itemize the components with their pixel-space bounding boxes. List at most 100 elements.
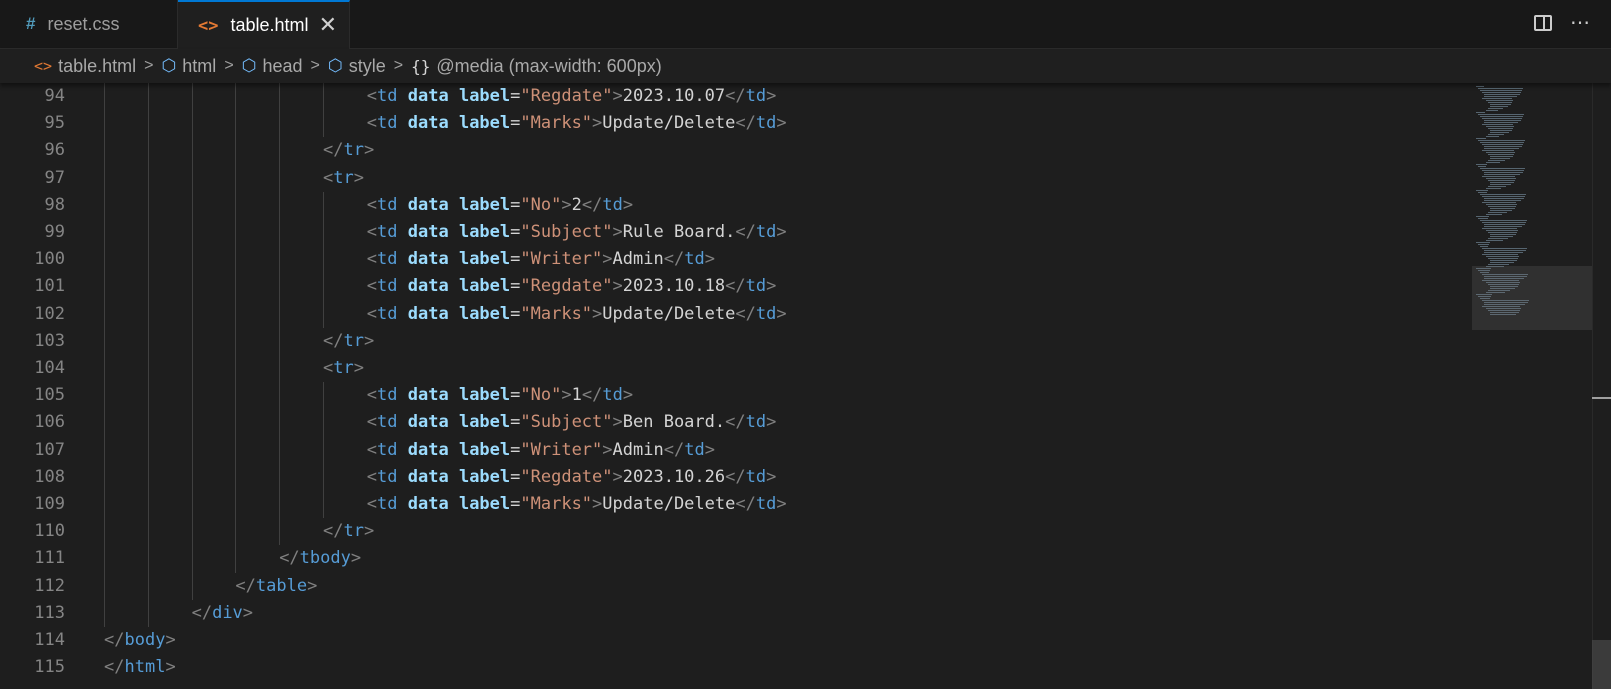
code-token: > (612, 412, 623, 433)
code-token: td (602, 194, 623, 215)
indent-guide (104, 463, 105, 491)
indent-guide (279, 436, 281, 464)
tab-reset-css[interactable]: # reset.css (6, 0, 178, 48)
minimap-viewport[interactable] (1472, 266, 1592, 330)
code-line[interactable]: 101 <td data label="Regdate">2023.10.18</… (0, 273, 1470, 301)
code-token: td (377, 276, 398, 297)
code-line[interactable]: 104 <tr> (0, 355, 1470, 383)
code-brackets-icon: <> (198, 15, 219, 36)
code-line[interactable]: 94 <td data label="Regdate">2023.10.07</t… (0, 83, 1470, 111)
line-number: 108 (34, 466, 65, 487)
code-line[interactable]: 109 <td data label="Marks">Update/Delete<… (0, 491, 1470, 519)
code-token: "Marks" (520, 113, 593, 134)
indent-guide (104, 110, 105, 138)
indent-guide (235, 83, 237, 111)
code-token: "Marks" (520, 303, 593, 324)
minimap-line (1490, 130, 1512, 131)
minimap-line (1484, 200, 1521, 201)
indent-guide (104, 409, 105, 437)
code-token: tr (333, 358, 354, 378)
indent-guide (235, 246, 237, 274)
code-token: > (592, 494, 603, 514)
code-token: > (363, 140, 375, 161)
code-token: data (397, 303, 449, 324)
indent-guide (191, 355, 193, 383)
code-line[interactable]: 95 <td data label="Marks">Update/Delete</… (0, 110, 1470, 138)
code-token: 2023.10.26 (622, 466, 726, 487)
code-token: td (377, 86, 398, 106)
code-token: = (510, 303, 521, 324)
code-token: body (124, 630, 166, 650)
breadcrumb-item-head[interactable]: ⬡ head (242, 56, 303, 77)
code-line[interactable]: 103 </tr> (0, 327, 1470, 355)
code-line[interactable]: 99 <td data label="Subject">Rule Board.</… (0, 219, 1470, 247)
more-actions-icon[interactable]: ⋯ (1570, 13, 1591, 33)
minimap-line (1484, 250, 1526, 251)
tab-label: table.html (230, 15, 309, 35)
line-number: 109 (34, 494, 65, 514)
code-line[interactable]: 105 <td data label="No">1</td> (0, 382, 1470, 410)
cube-icon: ⬡ (161, 56, 177, 75)
indent-guide (191, 436, 193, 464)
minimap-line (1490, 184, 1511, 185)
minimap-line (1484, 148, 1519, 149)
code-line[interactable]: 108 <td data label="Regdate">2023.10.26</… (0, 463, 1470, 491)
minimap-line (1490, 210, 1512, 211)
indent-guide (104, 83, 105, 111)
code-line[interactable]: 115 </html> (0, 654, 1470, 681)
minimap-line (1490, 158, 1510, 159)
minimap-line (1482, 222, 1526, 223)
vertical-scrollbar[interactable] (1592, 83, 1611, 689)
indent-guide (147, 164, 149, 192)
indent-guide (235, 545, 237, 573)
code-line[interactable]: 114 </body> (0, 627, 1470, 654)
code-token: label (448, 113, 511, 134)
code-line[interactable]: 113 </div> (0, 599, 1470, 627)
code-line[interactable]: 100 <td data label="Writer">Admin</td> (0, 246, 1470, 274)
code-token: td (755, 494, 777, 514)
breadcrumb-item-html[interactable]: ⬡ html (161, 56, 216, 77)
code-token: td (377, 439, 398, 460)
code-token: html (124, 657, 166, 678)
indent-guide (147, 463, 149, 491)
indent-guide (191, 219, 193, 247)
tab-table-html[interactable]: <> table.html ✕ (178, 0, 350, 49)
breadcrumb-item-file[interactable]: <> table.html (34, 56, 136, 77)
breadcrumb-item-media[interactable]: {} @media (max-width: 600px) (411, 56, 662, 77)
minimap-line (1476, 190, 1488, 191)
indent-guide (104, 300, 105, 328)
code-editor[interactable]: 94 <td data label="Regdate">2023.10.07</t… (0, 83, 1611, 689)
minimap-line (1482, 124, 1513, 125)
code-token: </ (104, 630, 125, 650)
code-line[interactable]: 112 </table> (0, 572, 1470, 600)
code-token: </ (735, 494, 756, 514)
code-line[interactable]: 106 <td data label="Subject">Ben Board.</… (0, 409, 1470, 437)
indent-guide (279, 110, 281, 138)
code-token: </ (735, 303, 756, 324)
line-number: 115 (34, 657, 65, 678)
code-token: td (684, 249, 705, 270)
indent-guide (104, 599, 105, 627)
code-token: </ (323, 521, 344, 542)
code-token: = (510, 412, 521, 433)
code-line[interactable]: 107 <td data label="Writer">Admin</td> (0, 436, 1470, 464)
scrollbar-thumb[interactable] (1592, 640, 1611, 689)
code-line[interactable]: 110 </tr> (0, 518, 1470, 546)
line-number: 112 (34, 575, 65, 596)
minimap-line (1478, 218, 1488, 219)
code-line[interactable]: 102 <td data label="Marks">Update/Delete<… (0, 300, 1470, 328)
code-line[interactable]: 111 </tbody> (0, 545, 1470, 573)
minimap-line (1478, 88, 1523, 89)
split-editor-icon[interactable] (1534, 15, 1552, 31)
minimap[interactable] (1474, 83, 1592, 689)
minimap-line (1486, 214, 1502, 215)
code-token: > (776, 222, 787, 242)
code-token: = (510, 494, 521, 514)
breadcrumb-item-style[interactable]: ⬡ style (328, 56, 386, 77)
indent-guide (279, 191, 281, 219)
code-token: tr (333, 167, 354, 188)
close-icon[interactable]: ✕ (319, 14, 337, 36)
code-line[interactable]: 97 <tr> (0, 164, 1470, 192)
code-line[interactable]: 96 </tr> (0, 137, 1470, 165)
code-line[interactable]: 98 <td data label="No">2</td> (0, 191, 1470, 219)
